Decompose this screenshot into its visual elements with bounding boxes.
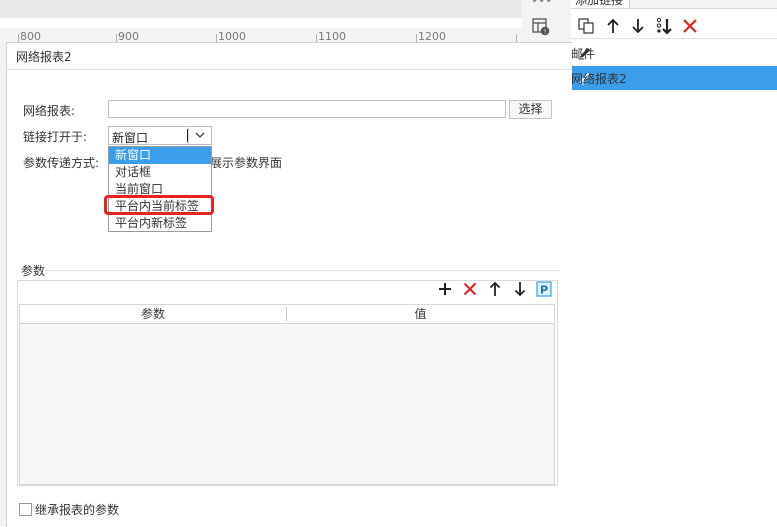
params-group-label: 参数 <box>21 264 46 278</box>
report-path-input[interactable] <box>108 100 506 118</box>
ruler-label: 1100 <box>318 30 346 43</box>
svg-text:!: ! <box>544 28 547 36</box>
combo-arrow-button[interactable] <box>188 127 211 144</box>
highlight-annotation-box <box>104 195 214 215</box>
horizontal-ruler: 800 900 1000 1100 1200 <box>0 28 522 43</box>
param-mode-label: 参数传递方式: <box>23 156 100 170</box>
column-header-value[interactable]: 值 <box>287 305 554 323</box>
parameter-p-icon[interactable]: P <box>536 281 552 297</box>
open-in-dropdown-list: 新窗口 对话框 当前窗口 平台内当前标签 平台内新标签 <box>108 146 212 232</box>
inherit-params-label[interactable]: 继承报表的参数 <box>35 501 119 518</box>
open-in-label: 链接打开于: <box>23 130 88 144</box>
svg-text:P: P <box>540 284 548 297</box>
open-in-value: 新窗口 <box>112 131 149 145</box>
ruler-label: 900 <box>118 30 139 43</box>
inherit-params-checkbox[interactable] <box>19 503 32 516</box>
ruler-label: 800 <box>20 30 41 43</box>
option-new-window[interactable]: 新窗口 <box>109 147 211 164</box>
more-icon[interactable]: ••• <box>531 0 552 8</box>
ruler-label: 1200 <box>418 30 446 43</box>
hyperlink-item-web-report[interactable]: 网络报表2 <box>571 66 777 90</box>
move-up-icon[interactable] <box>604 17 622 35</box>
ruler-label: 1000 <box>218 30 246 43</box>
hyperlink-panel: 添加链接 邮件 网络报表2 <box>571 0 777 526</box>
background-top-bar <box>0 0 522 18</box>
chevron-down-icon <box>195 132 205 138</box>
select-report-button[interactable]: 选择 <box>509 100 552 119</box>
params-table-header: 参数 值 <box>20 305 554 324</box>
dialog-divider <box>7 69 572 70</box>
move-down-icon[interactable] <box>512 281 528 297</box>
dialog-title: 网络报表2 <box>16 50 72 64</box>
delete-icon[interactable] <box>462 281 478 297</box>
sort-icon[interactable] <box>655 17 673 35</box>
web-report-dialog: 网络报表2 网络报表: 选择 链接打开于: 新窗口 参数传递方式: 展示参数界面… <box>6 42 572 527</box>
report-label: 网络报表: <box>23 104 76 118</box>
copy-icon[interactable] <box>577 17 595 35</box>
params-table: 参数 值 <box>19 304 555 485</box>
hyperlink-item-label: 网络报表2 <box>571 71 627 86</box>
panel-tab-bar: 添加链接 <box>571 0 777 9</box>
cell-attribute-icon[interactable]: ! <box>532 18 550 36</box>
add-icon[interactable] <box>437 281 453 297</box>
move-up-icon[interactable] <box>487 281 503 297</box>
show-param-text: 展示参数界面 <box>210 156 283 170</box>
option-dialog[interactable]: 对话框 <box>109 164 211 181</box>
open-in-combobox[interactable]: 新窗口 <box>108 126 212 145</box>
delete-icon[interactable] <box>681 17 699 35</box>
panel-tab-add-link[interactable]: 添加链接 <box>571 0 631 8</box>
move-down-icon[interactable] <box>629 17 647 35</box>
column-header-param[interactable]: 参数 <box>20 305 286 323</box>
hyperlink-item-label: 邮件 <box>571 46 596 61</box>
params-group-line <box>45 270 559 271</box>
hyperlink-item-mail[interactable]: 邮件 <box>571 41 777 65</box>
hyperlink-toolbar <box>571 12 777 39</box>
option-platform-new-tab[interactable]: 平台内新标签 <box>109 215 211 232</box>
